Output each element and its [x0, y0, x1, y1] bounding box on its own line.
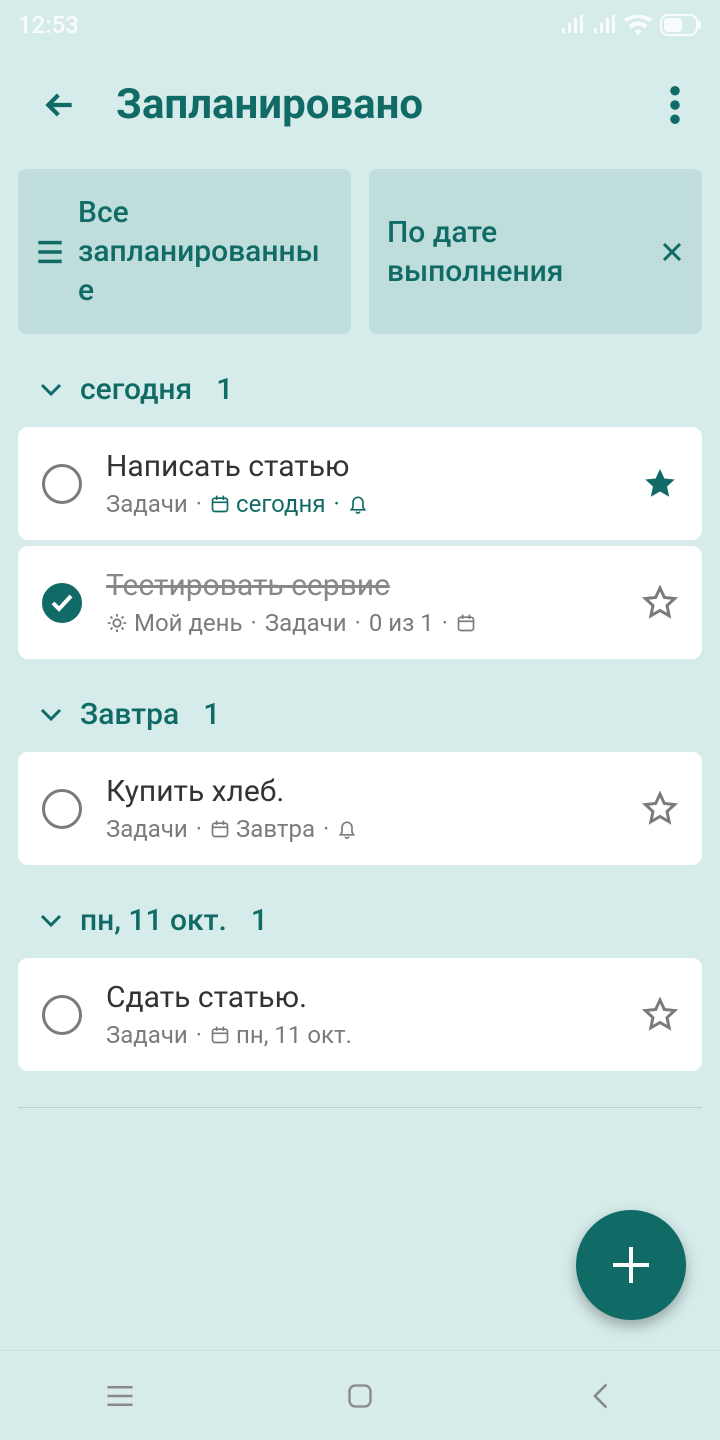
chevron-left-icon	[591, 1382, 609, 1410]
star-button[interactable]	[642, 585, 678, 621]
task-list-name: Задачи	[106, 490, 188, 518]
task-body: Сдать статью. Задачи пн, 11 окт.	[106, 980, 618, 1049]
task-meta: Задачи пн, 11 окт.	[106, 1021, 618, 1049]
section-label: пн, 11 окт.	[80, 903, 227, 938]
task-row[interactable]: Купить хлеб. Задачи Завтра	[18, 752, 702, 865]
task-row[interactable]: Тестировать сервис Мой день Задачи 0 из …	[18, 546, 702, 659]
star-outline-icon	[642, 791, 678, 827]
nav-home-button[interactable]	[340, 1376, 380, 1416]
status-time: 12:53	[18, 11, 79, 39]
filter-by-due-date[interactable]: По дате выполнения	[369, 169, 702, 334]
task-list-name: Задачи	[106, 815, 188, 843]
signal-icon	[592, 15, 616, 35]
check-icon	[50, 593, 74, 613]
section-header-oct11[interactable]: пн, 11 окт. 1	[0, 865, 720, 958]
more-menu-button[interactable]	[670, 86, 680, 124]
myday-label: Мой день	[134, 609, 243, 637]
sun-icon	[106, 612, 128, 634]
bell-icon	[348, 493, 368, 515]
task-title: Купить хлеб.	[106, 774, 618, 809]
star-button[interactable]	[642, 791, 678, 827]
app-header: Запланировано	[0, 50, 720, 169]
filter-label: Все запланированные	[78, 193, 333, 310]
section-header-tomorrow[interactable]: Завтра 1	[0, 659, 720, 752]
section-label: Завтра	[80, 697, 179, 732]
task-due: Завтра	[236, 815, 315, 843]
task-meta: Задачи сегодня	[106, 490, 618, 518]
task-list-name: Задачи	[106, 1021, 188, 1049]
back-button[interactable]	[40, 85, 80, 125]
task-row[interactable]: Сдать статью. Задачи пн, 11 окт.	[18, 958, 702, 1071]
list-icon	[36, 240, 64, 264]
square-icon	[346, 1382, 374, 1410]
task-meta: Мой день Задачи 0 из 1	[106, 609, 618, 637]
filter-row: Все запланированные По дате выполнения	[0, 169, 720, 334]
nav-back-button[interactable]	[580, 1376, 620, 1416]
chevron-down-icon	[40, 708, 62, 722]
divider	[18, 1107, 702, 1108]
star-button[interactable]	[642, 997, 678, 1033]
star-outline-icon	[642, 997, 678, 1033]
filter-all-scheduled[interactable]: Все запланированные	[18, 169, 351, 334]
section-header-today[interactable]: сегодня 1	[0, 334, 720, 427]
filter-label: По дате выполнения	[387, 213, 646, 291]
task-checkbox-done[interactable]	[42, 583, 82, 623]
status-bar: 12:53	[0, 0, 720, 50]
task-body: Тестировать сервис Мой день Задачи 0 из …	[106, 568, 618, 637]
calendar-icon	[210, 819, 230, 839]
section-count: 1	[251, 903, 268, 938]
task-body: Купить хлеб. Задачи Завтра	[106, 774, 618, 843]
calendar-icon	[210, 1025, 230, 1045]
section-label: сегодня	[80, 372, 192, 407]
system-nav-bar	[0, 1350, 720, 1440]
task-list-tomorrow: Купить хлеб. Задачи Завтра	[0, 752, 720, 865]
task-meta: Задачи Завтра	[106, 815, 618, 843]
add-task-fab[interactable]	[576, 1210, 686, 1320]
task-title: Написать статью	[106, 449, 618, 484]
task-due: пн, 11 окт.	[236, 1021, 352, 1049]
task-title: Тестировать сервис	[106, 568, 618, 603]
task-title: Сдать статью.	[106, 980, 618, 1015]
signal-icon	[560, 15, 584, 35]
task-list-oct11: Сдать статью. Задачи пн, 11 окт.	[0, 958, 720, 1071]
task-checkbox[interactable]	[42, 464, 82, 504]
more-vertical-icon	[670, 86, 680, 124]
star-filled-icon	[642, 466, 678, 502]
page-title: Запланировано	[116, 80, 423, 129]
nav-recent-button[interactable]	[100, 1376, 140, 1416]
task-checkbox[interactable]	[42, 995, 82, 1035]
status-indicators	[560, 14, 702, 36]
plus-icon	[607, 1241, 655, 1289]
chevron-down-icon	[40, 914, 62, 928]
calendar-icon	[210, 494, 230, 514]
task-body: Написать статью Задачи сегодня	[106, 449, 618, 518]
wifi-icon	[624, 14, 652, 36]
menu-icon	[105, 1384, 135, 1408]
task-list-today: Написать статью Задачи сегодня Тестирова…	[0, 427, 720, 659]
task-progress: 0 из 1	[369, 609, 434, 637]
task-due: сегодня	[236, 490, 325, 518]
star-outline-icon	[642, 585, 678, 621]
chevron-down-icon	[40, 383, 62, 397]
star-button[interactable]	[642, 466, 678, 502]
close-icon[interactable]	[660, 240, 684, 264]
arrow-left-icon	[40, 85, 80, 125]
bell-icon	[337, 818, 357, 840]
section-count: 1	[203, 697, 220, 732]
calendar-icon	[456, 613, 476, 633]
task-row[interactable]: Написать статью Задачи сегодня	[18, 427, 702, 540]
task-checkbox[interactable]	[42, 789, 82, 829]
battery-icon	[660, 14, 702, 36]
section-count: 1	[216, 372, 233, 407]
task-list-name: Задачи	[265, 609, 347, 637]
